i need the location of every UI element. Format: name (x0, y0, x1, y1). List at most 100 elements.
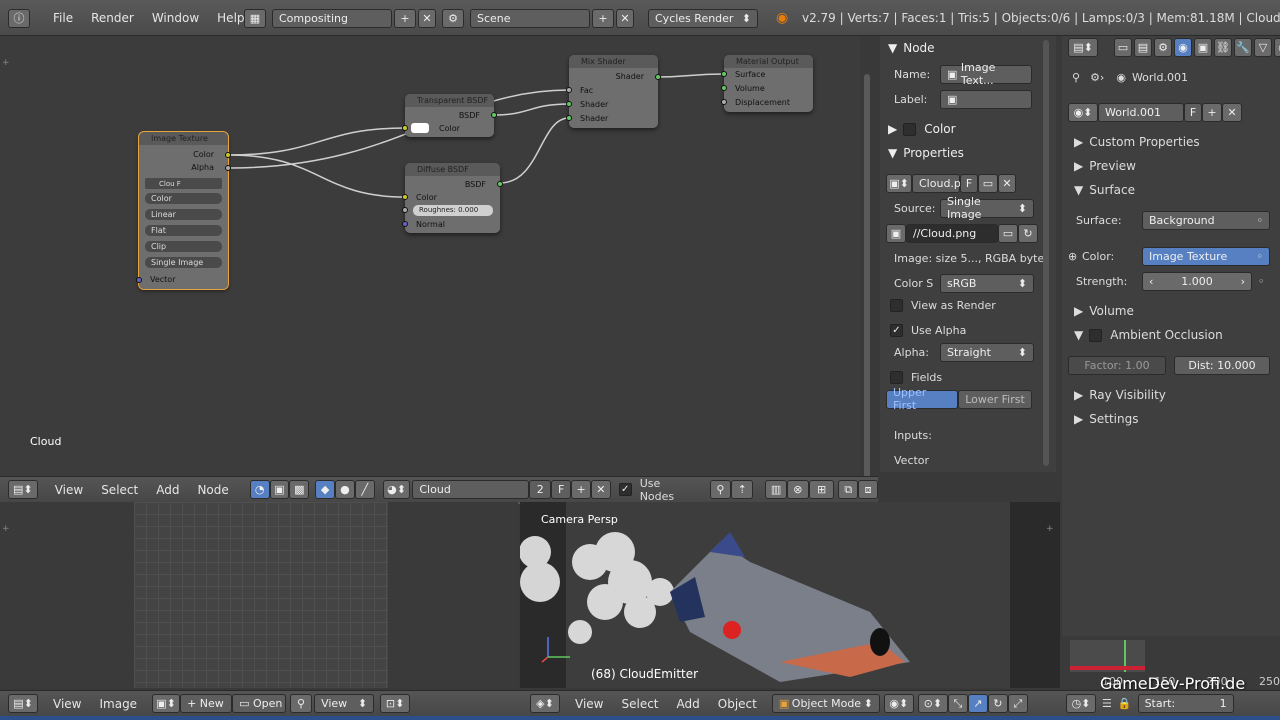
surface-shader-select[interactable]: Background ◦ (1142, 210, 1270, 230)
node-diffuse-bsdf[interactable]: Diffuse BSDF BSDF Color Roughnes: 0.000 … (402, 163, 503, 233)
socket-rough-in[interactable] (402, 207, 408, 213)
socket-volume-in[interactable] (721, 85, 727, 91)
constraints-tab-icon[interactable]: ⛓ (1214, 38, 1232, 57)
editor-plus-icon[interactable]: + (2, 58, 10, 68)
socket-vector-in[interactable] (136, 277, 142, 283)
editor-type-icon[interactable]: ▤⬍ (8, 480, 38, 499)
socket-color-out[interactable] (225, 152, 231, 158)
layers-tab-icon[interactable]: ▤ (1134, 38, 1152, 57)
new-image-button[interactable]: + New (180, 694, 233, 713)
pin-icon[interactable]: ⚲ (709, 480, 732, 499)
menu-view[interactable]: View (46, 483, 92, 497)
socket-surface-in[interactable] (721, 71, 727, 77)
translate-icon[interactable]: ↗ (967, 694, 988, 713)
custom-properties-panel[interactable]: ▶ Custom Properties (1062, 131, 1280, 153)
image-file-icon[interactable]: ▣ (886, 223, 906, 243)
world-browse-icon[interactable]: ◉⬍ (1068, 102, 1098, 122)
preview-panel[interactable]: ▶ Preview (1062, 155, 1280, 177)
image-browse-icon[interactable]: ▣⬍ (152, 694, 181, 713)
menu-file[interactable]: File (44, 11, 82, 25)
menu-view[interactable]: View (44, 697, 90, 711)
socket-shader2-in[interactable] (566, 115, 572, 121)
layout-close-icon[interactable]: ✕ (418, 8, 436, 28)
editor-plus-icon[interactable]: + (2, 524, 10, 534)
menu-add[interactable]: Add (668, 697, 709, 711)
editor-type-icon[interactable]: ◈⬍ (530, 694, 560, 713)
world-name-field[interactable]: Cloud (412, 480, 530, 499)
data-tab-icon[interactable]: ▽ (1254, 38, 1272, 57)
layout-add-icon[interactable]: + (394, 8, 416, 28)
menu-image[interactable]: Image (90, 697, 146, 711)
ao-checkbox[interactable] (1089, 328, 1103, 342)
world-add-icon[interactable]: + (1202, 102, 1222, 122)
snap-icon[interactable]: ⊗ (786, 480, 809, 499)
copy-nodes-icon[interactable]: ⧉ (838, 480, 859, 499)
socket-alpha-out[interactable] (225, 165, 231, 171)
world-unlink-icon[interactable]: ✕ (1222, 102, 1242, 122)
object-tab-icon[interactable]: ▣ (1194, 38, 1212, 57)
fields-checkbox[interactable] (890, 370, 903, 384)
settings-panel[interactable]: ▶ Settings (1062, 408, 1280, 430)
timeline[interactable]: 100 150 200 250 GameDev-Profi.de (1062, 636, 1280, 693)
ambient-occlusion-panel[interactable]: ▼ Ambient Occlusion (1062, 324, 1280, 346)
scene-icon[interactable]: ⚙ (442, 8, 464, 28)
source-select[interactable]: Single Image (145, 257, 222, 268)
socket-normal-in[interactable] (402, 221, 408, 227)
parent-node-icon[interactable]: ⇡ (731, 480, 754, 499)
node-name-field[interactable]: ▣ Image Text... (940, 61, 1032, 87)
backdrop-icon[interactable]: ▥ (765, 480, 787, 499)
proj-select[interactable]: Flat (145, 225, 222, 236)
strength-slider[interactable]: ‹ 1.000 › (1142, 271, 1252, 291)
image-fake-user[interactable]: F (960, 173, 978, 193)
3d-viewport[interactable]: Camera Persp (68) CloudEmitter + (520, 502, 1060, 688)
layout-select[interactable]: Compositing (272, 8, 392, 28)
filepath-browse-icon[interactable]: ▭ (998, 223, 1018, 243)
color-checkbox[interactable] (903, 122, 917, 136)
editor-type-icon[interactable]: ▤⬍ (1068, 38, 1098, 57)
pin-icon[interactable]: ⚲ (1072, 71, 1080, 84)
node-image-texture[interactable]: Image Texture Color Alpha Clou F Color L… (136, 131, 231, 290)
snap-mode-icon[interactable]: ⊞ (808, 480, 835, 499)
world-add-icon[interactable]: + (571, 480, 591, 499)
menu-add[interactable]: Add (147, 483, 188, 497)
menu-window[interactable]: Window (143, 11, 208, 25)
color-panel-header[interactable]: ▶ Color (880, 117, 956, 141)
world-fake-user[interactable]: F (1184, 102, 1202, 122)
node-transparent-bsdf[interactable]: Transparent BSDF BSDF Color (402, 94, 497, 137)
pin-image-icon[interactable]: ⚲ (290, 694, 313, 713)
texture-nodes-icon[interactable]: ▩ (289, 480, 310, 499)
vertical-scrollbar[interactable] (864, 74, 870, 488)
socket-fac-in[interactable] (566, 87, 572, 93)
source-select[interactable]: Single Image ⬍ (940, 195, 1034, 221)
socket-color-in[interactable] (402, 125, 408, 131)
scene-tab-icon[interactable]: ⚙ (1154, 38, 1172, 57)
world-tab-icon[interactable]: ◉ (1174, 38, 1192, 57)
start-frame-field[interactable]: Start: 1 (1137, 694, 1234, 713)
world-name-field[interactable]: World.001 (1098, 102, 1184, 122)
shader-nodes-icon[interactable]: ◔ (249, 480, 270, 499)
use-nodes-checkbox[interactable]: ✓ (618, 483, 632, 496)
ao-factor-field[interactable]: Factor: 1.00 (1068, 355, 1166, 375)
scene-add-icon[interactable]: + (592, 8, 614, 28)
menu-select[interactable]: Select (612, 697, 667, 711)
rotate-icon[interactable]: ↻ (987, 694, 1008, 713)
image-open-icon[interactable]: ▭ (978, 173, 998, 193)
ext-select[interactable]: Clip (145, 241, 222, 252)
pivot-icon[interactable]: ⊡⬍ (380, 694, 411, 713)
filepath-field[interactable]: //Cloud.png (906, 223, 998, 243)
image-unlink-icon[interactable]: ✕ (998, 173, 1016, 193)
render-engine-select[interactable]: Cycles Render ⬍ (648, 8, 758, 28)
lower-first-button[interactable]: Lower First (958, 389, 1032, 409)
node-mix-shader[interactable]: Mix Shader Shader Fac Shader Shader (566, 55, 661, 128)
info-editor-icon[interactable]: ⓘ (8, 8, 30, 28)
node-editor[interactable]: + Image Texture Color Alpha Clou F Color… (0, 36, 870, 504)
scale-icon[interactable]: ⤢ (1007, 694, 1028, 713)
image-datablock[interactable]: Clou F (145, 178, 222, 189)
view-as-render-checkbox[interactable] (890, 298, 903, 312)
editor-type-icon[interactable]: ▤⬍ (8, 694, 38, 713)
socket-shader-out[interactable] (655, 74, 661, 80)
menu-node[interactable]: Node (188, 483, 237, 497)
socket-color-in[interactable] (402, 194, 408, 200)
node-label-field[interactable]: ▣ (940, 89, 1032, 109)
physics-tab-icon[interactable]: ◔ (1274, 38, 1280, 57)
